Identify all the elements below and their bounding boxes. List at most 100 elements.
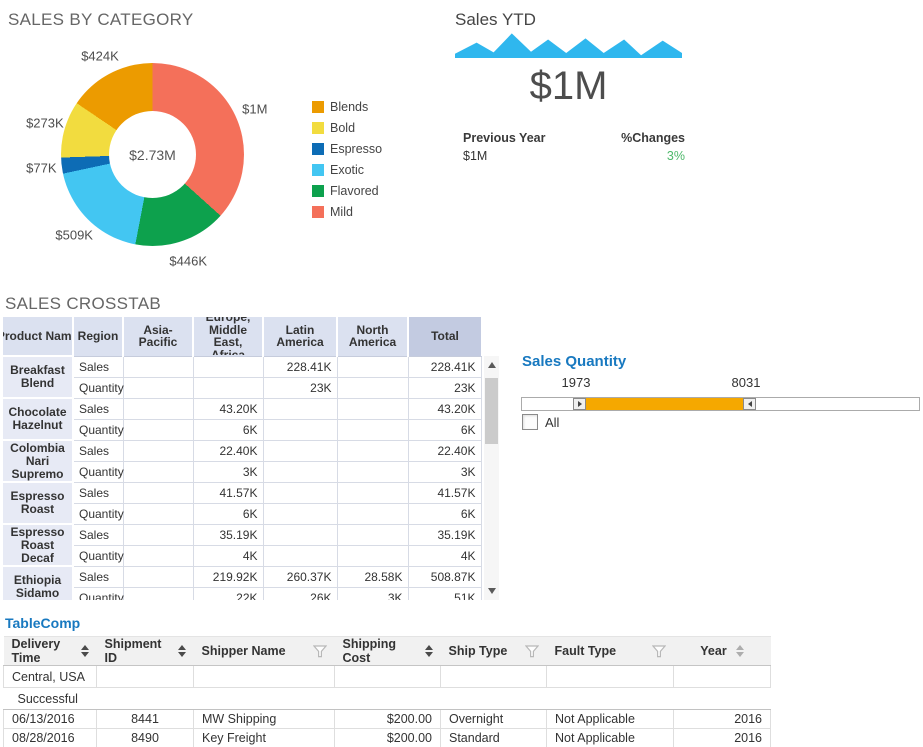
empty-cell xyxy=(335,666,441,688)
cell-shipping-cost: $200.00 xyxy=(335,729,441,747)
crosstab-value-cell xyxy=(337,398,408,419)
filter-icon[interactable] xyxy=(652,645,666,658)
donut-total-value: $2.73M xyxy=(129,147,176,163)
previous-year-value: $1M xyxy=(463,149,545,164)
scroll-thumb[interactable] xyxy=(485,378,498,444)
crosstab-measure-cell: Sales xyxy=(73,356,123,377)
subgroup-row-successful: Successful xyxy=(4,688,771,710)
crosstab-value-cell: 41.57K xyxy=(408,482,481,503)
crosstab-value-cell: 4K xyxy=(193,545,263,566)
crosstab-value-cell xyxy=(263,524,337,545)
legend-label: Bold xyxy=(330,121,355,135)
slider-handle-left[interactable] xyxy=(573,398,586,410)
scroll-up-button[interactable] xyxy=(484,358,499,372)
crosstab-value-cell xyxy=(337,419,408,440)
crosstab-row: Quantity 22K 26K 3K 51K xyxy=(3,587,481,600)
col-header-shipper-name[interactable]: Shipper Name xyxy=(194,637,335,666)
crosstab-product-cell: Espresso Roast xyxy=(3,482,73,524)
crosstab-value-cell: 28.58K xyxy=(337,566,408,587)
crosstab-value-cell xyxy=(123,545,193,566)
crosstab-value-cell: 4K xyxy=(408,545,481,566)
filter-icon[interactable] xyxy=(525,645,539,658)
slider-range-fill[interactable] xyxy=(586,398,744,410)
crosstab-value-cell: 6K xyxy=(193,503,263,524)
crosstab-value-cell xyxy=(193,377,263,398)
sort-icon[interactable] xyxy=(178,645,186,657)
donut-slice-label-flavored: $446K xyxy=(169,253,207,268)
crosstab-row: Quantity 23K 23K xyxy=(3,377,481,398)
crosstab-measure-cell: Sales xyxy=(73,440,123,461)
col-label: Shipper Name xyxy=(202,644,286,658)
crosstab-col-product: Product Name xyxy=(3,317,73,356)
legend-item-mild[interactable]: Mild xyxy=(312,201,382,222)
all-checkbox[interactable] xyxy=(522,414,538,430)
col-header-shipping-cost[interactable]: Shipping Cost xyxy=(335,637,441,666)
group-label-cell: Central, USA xyxy=(4,666,97,688)
crosstab-measure-cell: Sales xyxy=(73,482,123,503)
col-header-delivery-time[interactable]: Delivery Time xyxy=(4,637,97,666)
crosstab-value-cell: 26K xyxy=(263,587,337,600)
legend-item-blends[interactable]: Blends xyxy=(312,96,382,117)
cell-fault-type: Not Applicable xyxy=(547,710,674,729)
crosstab-value-cell xyxy=(337,440,408,461)
col-header-year[interactable]: Year xyxy=(674,637,771,666)
legend-item-flavored[interactable]: Flavored xyxy=(312,180,382,201)
crosstab-value-cell xyxy=(337,545,408,566)
crosstab-measure-cell: Quantity xyxy=(73,461,123,482)
sort-icon[interactable] xyxy=(81,645,89,657)
col-header-fault-type[interactable]: Fault Type xyxy=(547,637,674,666)
crosstab-value-cell: 3K xyxy=(193,461,263,482)
crosstab-value-cell: 43.20K xyxy=(193,398,263,419)
donut-slice-label-blends: $424K xyxy=(81,48,119,63)
crosstab-product-cell: Espresso Roast Decaf xyxy=(3,524,73,566)
crosstab-value-cell: 6K xyxy=(408,503,481,524)
crosstab-col-latin-america: Latin America xyxy=(263,317,337,356)
crosstab-value-cell xyxy=(123,566,193,587)
crosstab-row: Quantity 6K 6K xyxy=(3,419,481,440)
sort-icon[interactable] xyxy=(425,645,433,657)
crosstab-value-cell: 23K xyxy=(263,377,337,398)
legend-item-bold[interactable]: Bold xyxy=(312,117,382,138)
scroll-down-button[interactable] xyxy=(484,584,499,598)
crosstab-value-cell xyxy=(337,356,408,377)
col-label: Ship Type xyxy=(449,644,508,658)
donut-slice-label-bold: $273K xyxy=(26,116,64,131)
filter-icon[interactable] xyxy=(313,645,327,658)
scroll-down-icon xyxy=(488,588,496,594)
sales-ytd-title: Sales YTD xyxy=(455,10,536,30)
crosstab-measure-cell: Quantity xyxy=(73,503,123,524)
scroll-up-icon xyxy=(488,362,496,368)
crosstab-value-cell xyxy=(337,461,408,482)
sales-ytd-meta: Previous Year $1M %Changes 3% xyxy=(455,130,685,164)
crosstab-col-region: Region xyxy=(73,317,123,356)
crosstab-value-cell: 6K xyxy=(408,419,481,440)
legend-swatch xyxy=(312,164,324,176)
donut-legend: Blends Bold Espresso Exotic Flavored Mil… xyxy=(312,96,382,222)
crosstab-value-cell: 22.40K xyxy=(408,440,481,461)
empty-cell xyxy=(441,666,547,688)
crosstab-measure-cell: Quantity xyxy=(73,419,123,440)
crosstab-value-cell xyxy=(337,377,408,398)
sort-icon[interactable] xyxy=(736,645,744,657)
dashboard-canvas: SALES BY CATEGORY SALES CROSSTAB $2.73M … xyxy=(0,0,923,747)
slider-handle-right[interactable] xyxy=(743,398,756,410)
col-header-shipment-id[interactable]: Shipment ID xyxy=(97,637,194,666)
subgroup-label-cell: Successful xyxy=(4,688,771,710)
cell-shipping-cost: $200.00 xyxy=(335,710,441,729)
col-header-ship-type[interactable]: Ship Type xyxy=(441,637,547,666)
col-label: Fault Type xyxy=(555,644,617,658)
slider-track[interactable] xyxy=(521,397,920,411)
legend-item-espresso[interactable]: Espresso xyxy=(312,138,382,159)
crosstab-value-cell: 6K xyxy=(193,419,263,440)
crosstab-measure-cell: Quantity xyxy=(73,587,123,600)
empty-cell xyxy=(674,666,771,688)
crosstab-value-cell: 43.20K xyxy=(408,398,481,419)
crosstab-scrollbar[interactable] xyxy=(484,356,499,600)
cell-year: 2016 xyxy=(674,710,771,729)
legend-label: Blends xyxy=(330,100,368,114)
cell-delivery-time: 08/28/2016 xyxy=(4,729,97,747)
crosstab-value-cell xyxy=(123,482,193,503)
crosstab-value-cell xyxy=(123,440,193,461)
legend-item-exotic[interactable]: Exotic xyxy=(312,159,382,180)
legend-label: Mild xyxy=(330,205,353,219)
